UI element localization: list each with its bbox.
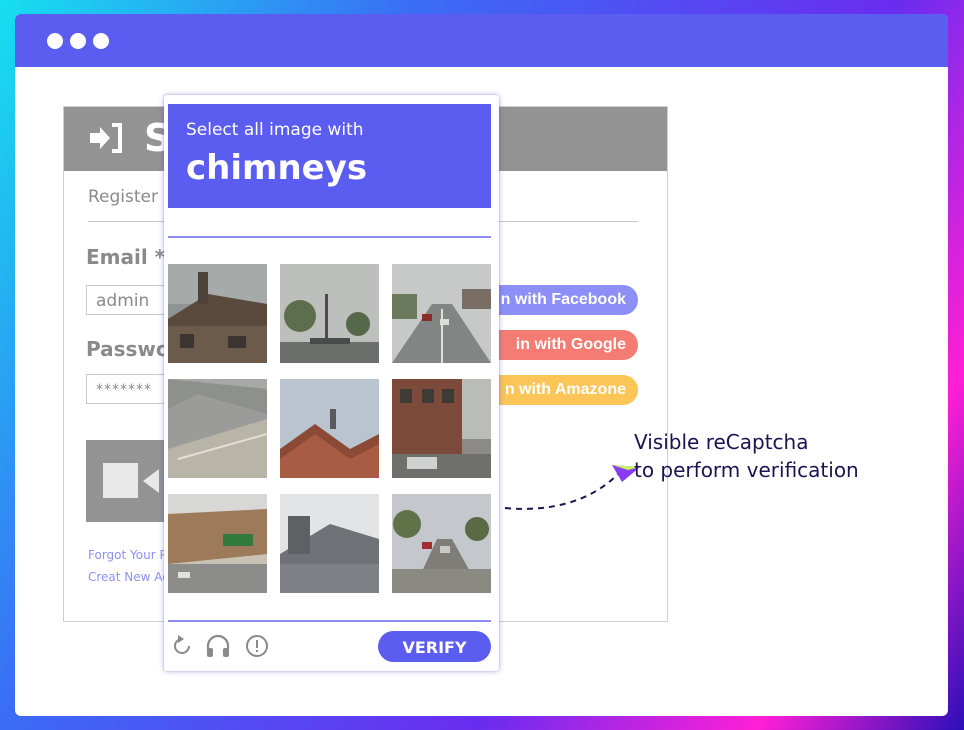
divider xyxy=(168,620,491,622)
annotation-text: Visible reCaptcha to perform verificatio… xyxy=(634,428,859,484)
info-icon[interactable] xyxy=(245,634,269,658)
window-dot xyxy=(93,33,109,49)
register-link[interactable]: Register xyxy=(88,187,158,207)
video-icon-tip xyxy=(143,469,159,493)
recaptcha-popup: Select all image with chimneys VERIFY xyxy=(164,95,499,671)
annotation-line-2: to perform verification xyxy=(634,458,859,482)
captcha-tile-highway-lanes[interactable] xyxy=(168,379,267,478)
reload-icon[interactable] xyxy=(170,634,194,658)
verify-button[interactable]: VERIFY xyxy=(378,631,491,662)
window-dot xyxy=(47,33,63,49)
captcha-tile-house-roof[interactable] xyxy=(280,379,379,478)
captcha-tile-suburban-street[interactable] xyxy=(392,494,491,593)
captcha-instruction: Select all image with xyxy=(186,120,364,140)
annotation-line-1: Visible reCaptcha xyxy=(634,430,809,454)
email-label: Email * xyxy=(86,245,166,269)
captcha-header: Select all image with chimneys xyxy=(168,104,491,208)
sign-in-icon xyxy=(88,121,124,163)
captcha-tile-highway-signs[interactable] xyxy=(168,494,267,593)
window-dot xyxy=(70,33,86,49)
captcha-tile-street-corner-building[interactable] xyxy=(392,379,491,478)
captcha-target-word: chimneys xyxy=(186,148,368,188)
browser-title-bar xyxy=(15,14,948,67)
browser-window: S Register Email * admin Passwo ******* … xyxy=(15,14,948,716)
annotation-arrow xyxy=(504,465,640,510)
headphones-icon[interactable] xyxy=(205,634,230,658)
create-account-link[interactable]: Creat New Ac xyxy=(88,570,169,584)
forgot-password-link[interactable]: Forgot Your P xyxy=(88,548,167,562)
video-icon xyxy=(103,463,138,498)
password-label: Passwo xyxy=(86,337,170,361)
captcha-tile-house-with-chimney[interactable] xyxy=(168,264,267,363)
divider xyxy=(168,236,491,238)
captcha-tile-house-with-chimney-2[interactable] xyxy=(280,494,379,593)
captcha-tile-road-traffic[interactable] xyxy=(392,264,491,363)
captcha-tile-street-trees[interactable] xyxy=(280,264,379,363)
